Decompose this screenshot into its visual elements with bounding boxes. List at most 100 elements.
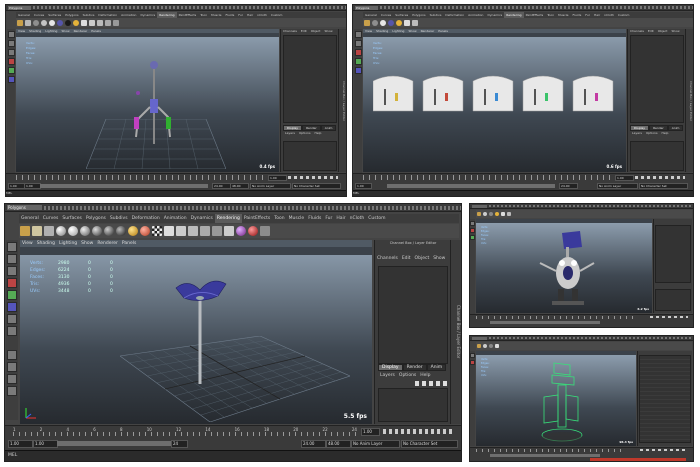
command-line[interactable]: MEL xyxy=(5,450,461,461)
light-icon[interactable] xyxy=(188,226,198,236)
playback-controls[interactable] xyxy=(635,176,685,179)
manipulator-icon[interactable] xyxy=(7,314,17,324)
viewport-menu-shading[interactable]: Shading xyxy=(35,240,57,247)
layer-buttons[interactable] xyxy=(415,381,447,386)
menu-set-select[interactable]: Polygons xyxy=(7,205,42,210)
light-icon[interactable] xyxy=(212,226,222,236)
anim-layer-select[interactable]: No Anim Layer xyxy=(250,183,291,189)
time-slider[interactable]: 1.00 1.00 1.00 24.00 48.00 No Anim Layer… xyxy=(6,173,346,196)
channel-box-side-tab[interactable]: Channel Box / Layer Editor xyxy=(338,29,346,172)
playback-controls[interactable] xyxy=(650,316,688,318)
rotate-tool-icon[interactable] xyxy=(7,290,17,300)
options-menu[interactable]: Options xyxy=(397,373,418,378)
scale-tool-icon[interactable] xyxy=(7,76,15,83)
layer-list[interactable] xyxy=(655,289,691,311)
playback-controls[interactable] xyxy=(383,429,455,434)
anim-layer-select[interactable]: No Anim Layer xyxy=(351,440,400,448)
shader-ball-icon[interactable] xyxy=(56,226,66,236)
select-tool-icon[interactable] xyxy=(470,221,475,226)
viewport-toolbar[interactable] xyxy=(476,219,652,223)
tab-fluids[interactable]: Fluids xyxy=(306,214,323,223)
tab-render[interactable]: Render xyxy=(402,364,427,371)
checker-texture-icon[interactable] xyxy=(152,226,162,236)
light-icon[interactable] xyxy=(97,19,103,26)
viewport-menu-show[interactable]: Show xyxy=(79,240,95,247)
viewport[interactable]: View Shading Lighting Show Renderer Pane… xyxy=(363,29,626,172)
viewport-toolbar[interactable] xyxy=(363,33,626,37)
command-line[interactable]: MEL xyxy=(6,190,346,196)
layers-menu[interactable]: Layers xyxy=(378,373,397,378)
light-icon[interactable] xyxy=(81,19,87,26)
viewport-menu-renderer[interactable]: Renderer xyxy=(95,240,120,247)
status-line-icons[interactable] xyxy=(44,205,461,210)
status-line-icons[interactable] xyxy=(489,337,693,339)
channel-box-side-tab[interactable]: Channel Box / Layer Editor xyxy=(685,29,693,172)
time-slider[interactable] xyxy=(470,447,693,461)
menu-set-select[interactable]: Polygons xyxy=(8,5,31,10)
range-slider[interactable] xyxy=(387,184,555,188)
tab-custom[interactable]: Custom xyxy=(366,214,387,223)
attribute-list[interactable] xyxy=(639,355,691,443)
show-menu[interactable]: Show xyxy=(669,29,681,33)
light-icon[interactable] xyxy=(404,19,410,26)
move-tool-icon[interactable] xyxy=(470,228,475,233)
shader-ball-icon[interactable] xyxy=(33,19,39,26)
shader-ball-icon[interactable] xyxy=(92,226,102,236)
light-icon[interactable] xyxy=(501,212,505,216)
shader-ball-icon[interactable] xyxy=(495,212,499,216)
light-icon[interactable] xyxy=(105,19,111,26)
viewport[interactable]: Verts: Edges: Faces: Tris: UVs: 96.4 fps xyxy=(476,351,636,446)
lasso-tool-icon[interactable] xyxy=(7,40,15,47)
channel-box-side-tab[interactable]: Channel Box / Layer Editor xyxy=(450,240,461,424)
menu-set-select[interactable] xyxy=(472,336,487,340)
end-time-field-2[interactable]: 48.00 xyxy=(326,440,351,448)
command-line[interactable]: MEL xyxy=(353,190,693,196)
hypershade-icon[interactable] xyxy=(113,19,119,26)
tab-display[interactable]: Display xyxy=(378,364,403,371)
object-menu[interactable]: Object xyxy=(309,29,323,33)
paint-select-icon[interactable] xyxy=(7,266,17,276)
show-menu[interactable]: Show xyxy=(431,256,447,261)
shader-ball-icon[interactable] xyxy=(73,19,79,26)
render-current-frame-icon[interactable] xyxy=(20,226,30,236)
layers-menu[interactable]: Layers xyxy=(630,131,644,135)
menu-set-select[interactable]: Polygons xyxy=(355,5,378,10)
show-menu[interactable]: Show xyxy=(322,29,334,33)
playback-controls[interactable] xyxy=(288,176,338,179)
channels-menu[interactable]: Channels xyxy=(628,29,646,33)
range-slider[interactable] xyxy=(40,184,208,188)
shader-ball-icon[interactable] xyxy=(128,226,138,236)
help-menu[interactable]: Help xyxy=(313,131,324,135)
channel-list[interactable] xyxy=(378,266,448,364)
light-icon[interactable] xyxy=(176,226,186,236)
shader-ball-icon[interactable] xyxy=(80,226,90,236)
shader-ball-icon[interactable] xyxy=(380,19,386,26)
current-frame-field[interactable]: 1.00 xyxy=(268,175,287,181)
scale-tool-icon[interactable] xyxy=(354,67,362,74)
render-icon[interactable] xyxy=(477,344,481,348)
rotate-tool-icon[interactable] xyxy=(354,58,362,65)
edit-menu[interactable]: Edit xyxy=(400,256,413,261)
menu-set-select[interactable] xyxy=(472,204,487,208)
select-tool-icon[interactable] xyxy=(470,353,475,358)
options-menu[interactable]: Options xyxy=(644,131,660,135)
shader-ball-icon[interactable] xyxy=(49,19,55,26)
shader-ball-icon[interactable] xyxy=(483,344,487,348)
tab-animation[interactable]: Animation xyxy=(162,214,189,223)
graph-layout-icon[interactable] xyxy=(7,386,17,396)
start-time-field[interactable]: 1.00 xyxy=(355,183,372,189)
viewport[interactable]: View Shading Lighting Show Renderer Pane… xyxy=(16,29,279,172)
help-menu[interactable]: Help xyxy=(660,131,671,135)
viewport-toolbar[interactable] xyxy=(16,33,279,37)
tab-polygons[interactable]: Polygons xyxy=(84,214,108,223)
layer-list[interactable] xyxy=(283,141,337,171)
status-line-icons[interactable] xyxy=(33,6,346,9)
start-time-field[interactable]: 1.00 xyxy=(8,183,25,189)
move-tool-icon[interactable] xyxy=(470,360,475,365)
tab-subdivs[interactable]: Subdivs xyxy=(108,214,130,223)
channel-list[interactable] xyxy=(630,35,684,123)
select-tool-icon[interactable] xyxy=(7,242,17,252)
options-menu[interactable]: Options xyxy=(297,131,313,135)
end-time-field[interactable]: 24.00 xyxy=(301,440,326,448)
scale-tool-icon[interactable] xyxy=(7,302,17,312)
